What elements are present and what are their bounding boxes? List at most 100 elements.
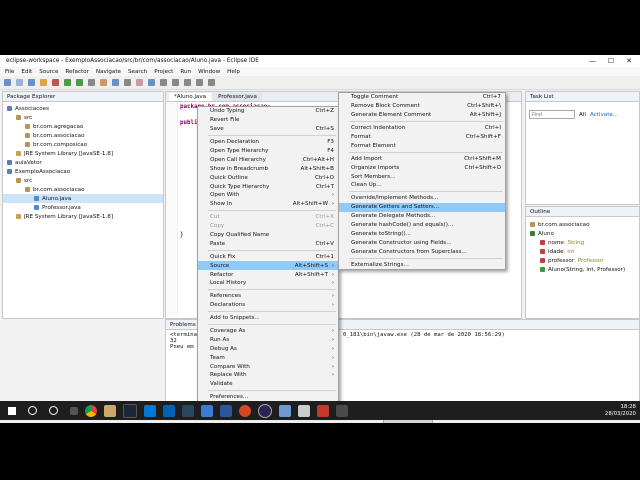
pin-icon[interactable] — [196, 79, 203, 86]
app-icon[interactable] — [336, 404, 348, 417]
new-icon[interactable] — [4, 79, 11, 86]
prev-icon[interactable] — [160, 79, 167, 86]
minimize-button[interactable]: — — [589, 57, 596, 65]
editor-tab[interactable]: *Aluno.java — [169, 93, 212, 101]
menu-item-refactor[interactable]: Refactor Alt+Shift+T › — [198, 270, 338, 279]
menu-run[interactable]: Run — [180, 69, 191, 75]
menu-item-copy[interactable]: Copy Ctrl+C — [198, 222, 338, 231]
mail-icon[interactable] — [144, 404, 156, 417]
next-icon[interactable] — [148, 79, 155, 86]
menu-item-run-as[interactable]: Run As › — [198, 335, 338, 344]
task-all-link[interactable]: All — [579, 112, 586, 118]
word-icon[interactable] — [220, 404, 232, 417]
menu-item-show-in[interactable]: Show In Alt+Shift+W › — [198, 200, 338, 209]
package-tree-item[interactable]: JRE System Library [JavaSE-1.8] — [3, 212, 163, 221]
menu-source[interactable]: Source — [39, 69, 58, 75]
outline-tab[interactable]: Outline — [530, 209, 550, 215]
excel-icon[interactable] — [317, 404, 329, 417]
package-tree-item[interactable]: Professor.java — [3, 203, 163, 212]
build-icon[interactable] — [40, 79, 47, 86]
menu-item-save[interactable]: Save Ctrl+S — [198, 125, 338, 134]
package-explorer-tab[interactable]: Package Explorer — [7, 94, 55, 100]
app-icon[interactable] — [201, 404, 213, 417]
open-type-icon[interactable] — [112, 79, 119, 86]
package-tree-item[interactable]: Aluno.java — [3, 194, 163, 203]
store-icon[interactable] — [163, 404, 175, 417]
annotation-icon[interactable] — [136, 79, 143, 86]
menu-file[interactable]: File — [5, 69, 14, 75]
menu-item-remove-block-comment[interactable]: Remove Block Comment Ctrl+Shift+\ — [339, 102, 505, 111]
outline-item[interactable]: nome : String — [526, 238, 639, 247]
package-tree-item[interactable]: JRE System Library [JavaSE-1.8] — [3, 149, 163, 158]
menu-item-override-implement-methods[interactable]: Override/Implement Methods... — [339, 194, 505, 203]
menu-item-generate-getters-and-setters[interactable]: Generate Getters and Setters... — [339, 202, 505, 212]
menu-item-references[interactable]: References › — [198, 292, 338, 301]
menu-item-add-import[interactable]: Add Import Ctrl+Shift+M — [339, 154, 505, 163]
steam-app-icon[interactable] — [182, 404, 194, 417]
menu-search[interactable]: Search — [128, 69, 147, 75]
new-class-icon[interactable] — [100, 79, 107, 86]
menu-item-generate-hashcode-and-equals[interactable]: Generate hashCode() and equals()... — [339, 221, 505, 230]
forward-icon[interactable] — [184, 79, 191, 86]
back-icon[interactable] — [172, 79, 179, 86]
menu-item-replace-with[interactable]: Replace With › — [198, 371, 338, 380]
package-tree-item[interactable]: src — [3, 176, 163, 185]
menu-edit[interactable]: Edit — [21, 69, 32, 75]
external-tools-icon[interactable] — [88, 79, 95, 86]
menu-item-quick-outline[interactable]: Quick Outline Ctrl+O — [198, 173, 338, 182]
powerpoint-icon[interactable] — [239, 404, 251, 417]
package-tree-item[interactable]: aulaVetor — [3, 158, 163, 167]
task-list-tab[interactable]: Task List — [530, 94, 554, 100]
menu-item-copy-qualified-name[interactable]: Copy Qualified Name — [198, 231, 338, 240]
system-clock[interactable]: 18:28 28/03/2020 — [605, 404, 636, 418]
menu-item-generate-element-comment[interactable]: Generate Element Comment Alt+Shift+J — [339, 111, 505, 120]
menu-item-paste[interactable]: Paste Ctrl+V — [198, 239, 338, 248]
steam-icon[interactable] — [123, 403, 137, 418]
menu-item-local-history[interactable]: Local History › — [198, 279, 338, 288]
package-tree-item[interactable]: br.com.associacao — [3, 131, 163, 140]
menu-item-format[interactable]: Format Ctrl+Shift+F — [339, 133, 505, 142]
package-tree-item[interactable]: src — [3, 113, 163, 122]
menu-item-show-in-breadcrumb[interactable]: Show in Breadcrumb Alt+Shift+B — [198, 164, 338, 173]
menu-window[interactable]: Window — [198, 69, 220, 75]
maximize-button[interactable]: ☐ — [608, 57, 614, 65]
outline-item[interactable]: idade : int — [526, 247, 639, 256]
task-find-input[interactable] — [529, 110, 575, 119]
debug-icon[interactable] — [52, 79, 59, 86]
package-tree-item[interactable]: ExemploAssociacao — [3, 167, 163, 176]
menu-item-generate-constructor-using-fields[interactable]: Generate Constructor using Fields... — [339, 238, 505, 247]
menu-item-open-call-hierarchy[interactable]: Open Call Hierarchy Ctrl+Alt+H — [198, 155, 338, 164]
menu-item-cut[interactable]: Cut Ctrl+X — [198, 213, 338, 222]
menu-navigate[interactable]: Navigate — [96, 69, 121, 75]
search-icon[interactable] — [28, 406, 37, 415]
menu-project[interactable]: Project — [154, 69, 173, 75]
package-tree-item[interactable]: br.com.associacao — [3, 185, 163, 194]
package-tree-item[interactable]: br.com.composicao — [3, 140, 163, 149]
outline-item[interactable]: br.com.associacao — [526, 220, 639, 229]
menu-item-compare-with[interactable]: Compare With › — [198, 362, 338, 371]
app-icon[interactable] — [279, 404, 291, 417]
menu-item-sort-members[interactable]: Sort Members... — [339, 172, 505, 181]
task-view-grid-icon[interactable] — [70, 406, 78, 415]
windows-start-icon[interactable] — [8, 406, 16, 415]
menu-item-debug-as[interactable]: Debug As › — [198, 344, 338, 353]
menu-item-source[interactable]: Source Alt+Shift+S › — [198, 261, 338, 271]
run-icon[interactable] — [64, 79, 71, 86]
menu-item-generate-constructors-from-superclass[interactable]: Generate Constructors from Superclass... — [339, 247, 505, 256]
editor-tab[interactable]: Professor.java — [213, 93, 262, 101]
menu-item-quick-type-hierarchy[interactable]: Quick Type Hierarchy Ctrl+T — [198, 182, 338, 191]
problems-tab[interactable]: Problems — [170, 322, 196, 328]
save-icon[interactable] — [16, 79, 23, 86]
menu-item-format-element[interactable]: Format Element — [339, 141, 505, 150]
menu-refactor[interactable]: Refactor — [65, 69, 88, 75]
email-icon[interactable] — [298, 404, 310, 417]
menu-item-add-to-snippets[interactable]: Add to Snippets... — [198, 314, 338, 323]
search-icon[interactable] — [124, 79, 131, 86]
package-tree-item[interactable]: br.com.agregacao — [3, 122, 163, 131]
menu-item-correct-indentation[interactable]: Correct Indentation Ctrl+I — [339, 124, 505, 133]
outline-item[interactable]: Aluno(String, int, Professor) — [526, 265, 639, 274]
menu-item-open-declaration[interactable]: Open Declaration F3 — [198, 138, 338, 147]
menu-item-clean-up[interactable]: Clean Up... — [339, 181, 505, 190]
menu-item-open-type-hierarchy[interactable]: Open Type Hierarchy F4 — [198, 147, 338, 156]
menu-item-open-with[interactable]: Open With › — [198, 191, 338, 200]
